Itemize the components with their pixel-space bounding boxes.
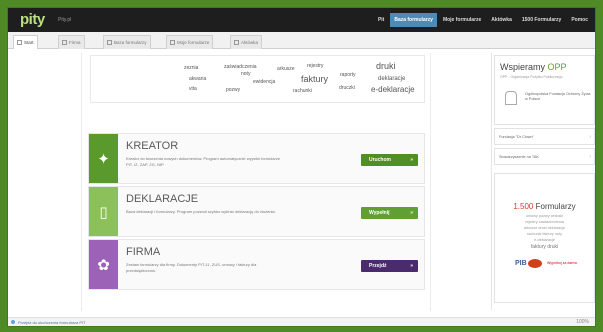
people-icon: ✿ bbox=[97, 256, 110, 274]
document-icon: ▯ bbox=[99, 203, 108, 221]
promo-line: e-deklaracje bbox=[534, 238, 555, 242]
sidebar-link-label: Fundacja "Dr Clown" bbox=[499, 135, 534, 139]
promo-button[interactable]: Wypróbuj za darmo bbox=[547, 261, 577, 265]
uruchom-button[interactable]: Uruchom» bbox=[361, 154, 418, 166]
tag-link[interactable]: rachunki bbox=[293, 89, 312, 94]
sidebar-link-label: Stowarzyszenie na TAK bbox=[499, 155, 539, 159]
module-description: Baza deklaracji i formularzy. Program po… bbox=[126, 209, 276, 214]
zoom-level[interactable]: 100% bbox=[576, 319, 589, 325]
module-title: DEKLARACJE bbox=[126, 193, 199, 205]
wand-icon: ✦ bbox=[97, 150, 110, 168]
top-navigation-bar: pity Pity.pl Pit Baza formularzy Moje fo… bbox=[8, 8, 595, 32]
app-window: pity Pity.pl Pit Baza formularzy Moje fo… bbox=[7, 7, 596, 327]
main-content: zeznia zaświadczenia arkusze rejestry druki r… bbox=[81, 53, 431, 311]
promo-logo-mark bbox=[528, 259, 542, 268]
tag-link[interactable]: arkusze bbox=[277, 67, 295, 72]
support-box: Wspieramy OPP OPP - Organizacja Pożytku … bbox=[494, 55, 595, 125]
my-forms-icon bbox=[170, 40, 175, 46]
przejdz-button[interactable]: Przejdź» bbox=[361, 260, 418, 272]
module-description: Zestaw formularzy dla firmy. Dokumenty P… bbox=[126, 262, 257, 273]
nav-pit[interactable]: Pit bbox=[374, 13, 388, 27]
status-text[interactable]: Przejdź do ukończenia formularza PIT bbox=[18, 320, 86, 325]
nav-1500-formularzy[interactable]: 1500 Formularzy bbox=[518, 13, 565, 27]
support-title: Wspieramy OPP bbox=[500, 62, 567, 72]
nav-pomoc[interactable]: Pomoc bbox=[567, 13, 592, 27]
module-firma: ✿ FIRMA Zestaw formularzy dla firmy. Dok… bbox=[88, 239, 425, 290]
tab-start[interactable]: Start bbox=[13, 35, 38, 49]
module-title: KREATOR bbox=[126, 140, 179, 152]
tag-link[interactable]: vita bbox=[189, 87, 197, 92]
tag-link[interactable]: druczki bbox=[339, 86, 355, 91]
tag-link[interactable]: ewidencja bbox=[253, 80, 275, 85]
promo-line: umowy pozwy wnioski bbox=[525, 214, 564, 218]
module-deklaracje: ▯ DEKLARACJE Baza deklaracji i formularz… bbox=[88, 186, 425, 237]
tag-link[interactable]: deklaracje bbox=[378, 76, 405, 82]
tab-bar: Start Firma Baza formularzy Moje formula… bbox=[8, 32, 595, 49]
arrow-icon: » bbox=[410, 210, 413, 216]
module-icon-box: ✿ bbox=[89, 240, 118, 289]
briefcase-icon bbox=[234, 40, 239, 46]
forms-icon bbox=[107, 40, 112, 46]
module-title: FIRMA bbox=[126, 246, 161, 258]
promo-line: arkusze druki deklaracje bbox=[524, 226, 565, 230]
main-menu: Pit Baza formularzy Moje formularze Aktó… bbox=[374, 13, 592, 27]
tag-link[interactable]: pozwy bbox=[226, 88, 240, 93]
arrow-icon: » bbox=[410, 157, 413, 163]
status-bar: Przejdź do ukończenia formularza PIT 100… bbox=[8, 317, 595, 326]
chevron-right-icon: › bbox=[589, 154, 591, 160]
nav-moje-formularze[interactable]: Moje formularze bbox=[439, 13, 485, 27]
tag-link[interactable]: rejestry bbox=[307, 64, 323, 69]
tag-link[interactable]: noty bbox=[241, 72, 250, 77]
arrow-icon: » bbox=[410, 263, 413, 269]
support-subtitle: OPP - Organizacja Pożytku Publicznego bbox=[500, 75, 563, 79]
tag-link[interactable]: zaświadczenia bbox=[224, 65, 257, 70]
tab-firma[interactable]: Firma bbox=[58, 35, 85, 49]
nav-aktowka[interactable]: Aktówka bbox=[487, 13, 516, 27]
foundation-icon bbox=[505, 91, 517, 105]
promo-count: 1.500 Formularzy bbox=[513, 202, 576, 211]
tag-link[interactable]: akwaria bbox=[189, 77, 206, 82]
sidebar-link-dr-clown[interactable]: Fundacja "Dr Clown" › bbox=[494, 128, 595, 145]
chevron-right-icon: › bbox=[589, 134, 591, 140]
promo-banner[interactable]: 1.500 Formularzy umowy pozwy wnioski reje… bbox=[494, 173, 595, 303]
module-list: ✦ KREATOR Kreator do tworzenia nowych do… bbox=[88, 133, 425, 292]
logo-subtitle: Pity.pl bbox=[58, 17, 72, 23]
promo-keyword: faktury druki bbox=[530, 244, 559, 250]
module-icon-box: ▯ bbox=[89, 187, 118, 236]
module-kreator: ✦ KREATOR Kreator do tworzenia nowych do… bbox=[88, 133, 425, 184]
tag-link[interactable]: raporty bbox=[340, 73, 356, 78]
home-icon bbox=[17, 40, 22, 46]
tag-link[interactable]: zeznia bbox=[184, 66, 198, 71]
tab-baza-formularzy[interactable]: Baza formularzy bbox=[103, 35, 151, 49]
module-icon-box: ✦ bbox=[89, 134, 118, 183]
folder-icon bbox=[62, 40, 67, 46]
tag-link[interactable]: druki bbox=[376, 62, 396, 71]
promo-line: rachunki faktury noty bbox=[526, 232, 563, 236]
right-sidebar: Wspieramy OPP OPP - Organizacja Pożytku … bbox=[491, 53, 595, 310]
sidebar-link-na-tak[interactable]: Stowarzyszenie na TAK › bbox=[494, 148, 595, 165]
tag-link[interactable]: faktury bbox=[301, 75, 328, 84]
tag-link[interactable]: e-deklaracje bbox=[371, 86, 415, 94]
globe-icon bbox=[11, 320, 15, 324]
logo[interactable]: pity bbox=[20, 11, 45, 28]
tag-cloud: zeznia zaświadczenia arkusze rejestry druki r… bbox=[90, 55, 425, 103]
module-description: Kreator do tworzenia nowych dokumentów. … bbox=[126, 156, 281, 167]
tab-aktowka[interactable]: Aktówka bbox=[230, 35, 263, 49]
wypelnij-button[interactable]: Wypełnij» bbox=[361, 207, 418, 219]
nav-baza-formularzy[interactable]: Baza formularzy bbox=[390, 13, 437, 27]
promo-line: rejestry zawiadomienia bbox=[525, 220, 564, 224]
tab-moje-formularze[interactable]: Moje formularze bbox=[166, 35, 214, 49]
support-organization[interactable]: Ogólnopolska Fundacja Ochrony Życia w Po… bbox=[525, 92, 593, 102]
promo-logo: PIB bbox=[515, 260, 527, 267]
